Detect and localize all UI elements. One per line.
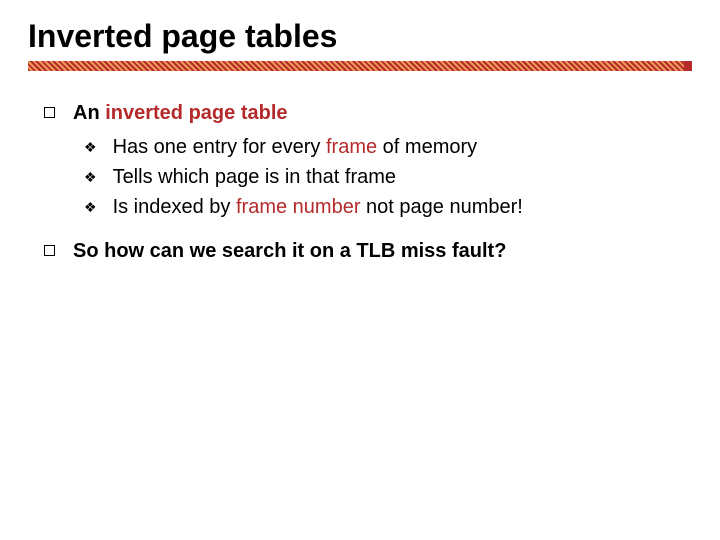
bullet-1-sub-1-text: Has one entry for every frame of memory (113, 133, 692, 161)
slide-title: Inverted page tables (28, 18, 692, 55)
bullet-1-sub-2: ❖ Tells which page is in that frame (84, 163, 692, 191)
sub3-post: not page number! (360, 196, 522, 218)
bullet-1-lead: An inverted page table (73, 102, 288, 124)
square-bullet-icon (44, 245, 55, 256)
diamond-bullet-icon: ❖ (84, 167, 97, 187)
square-bullet-icon (44, 107, 55, 118)
sub1-pre: Has one entry for every (113, 136, 326, 158)
bullet-1-sub-3-text: Is indexed by frame number not page numb… (113, 193, 692, 221)
slide-content: An inverted page table ❖ Has one entry f… (28, 99, 692, 265)
sub3-pre: Is indexed by (113, 196, 236, 218)
bullet-1-lead-highlight: inverted page table (105, 102, 287, 124)
bullet-2-lead: So how can we search it on a TLB miss fa… (73, 240, 506, 262)
bullet-1: An inverted page table (44, 99, 692, 127)
sub3-highlight: frame number (236, 196, 361, 218)
spacer (28, 223, 692, 237)
diamond-bullet-icon: ❖ (84, 137, 97, 157)
bullet-2-text: So how can we search it on a TLB miss fa… (73, 237, 692, 265)
bullet-2: So how can we search it on a TLB miss fa… (44, 237, 692, 265)
sub1-post: of memory (377, 136, 477, 158)
bullet-1-sub-2-text: Tells which page is in that frame (113, 163, 692, 191)
bullet-1-lead-pre: An (73, 102, 105, 124)
slide: Inverted page tables An inverted page ta… (0, 0, 720, 540)
bullet-1-text: An inverted page table (73, 99, 692, 127)
title-divider (28, 61, 692, 71)
sub1-highlight: frame (326, 136, 377, 158)
bullet-1-sub-3: ❖ Is indexed by frame number not page nu… (84, 193, 692, 221)
bullet-1-sub-1: ❖ Has one entry for every frame of memor… (84, 133, 692, 161)
diamond-bullet-icon: ❖ (84, 197, 97, 217)
